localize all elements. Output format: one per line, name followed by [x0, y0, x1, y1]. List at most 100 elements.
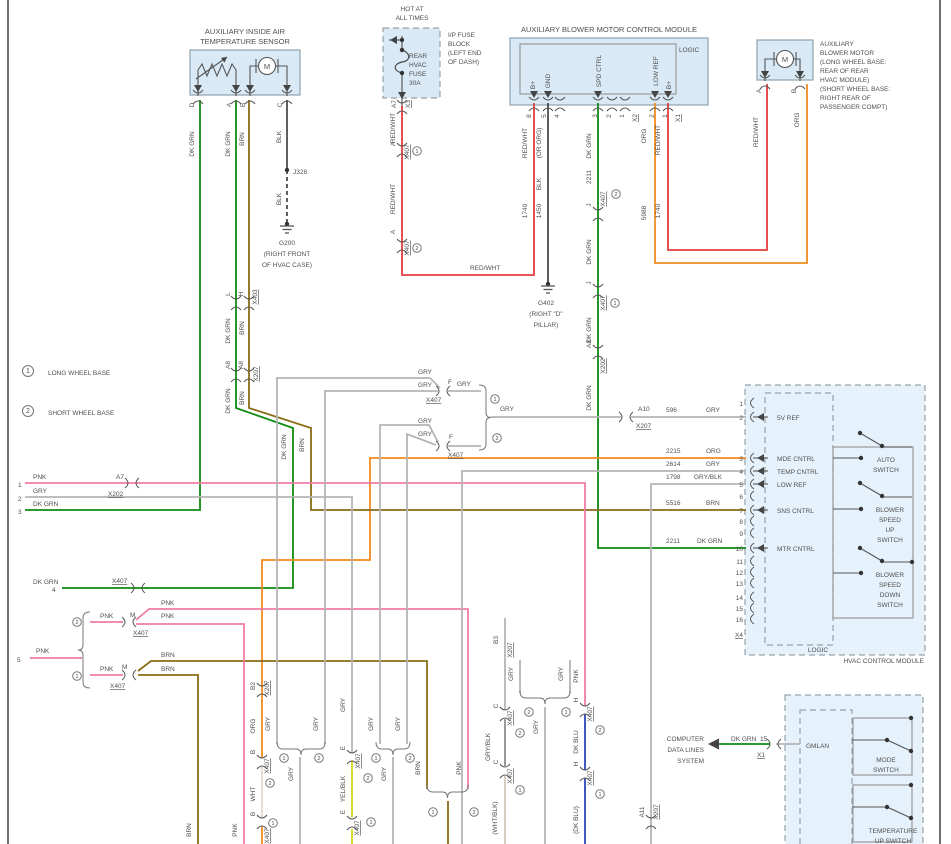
diagram-label: SYSTEM — [677, 758, 704, 765]
diagram-label: (OR ORG) — [536, 128, 543, 159]
junction-dot — [879, 443, 885, 449]
diagram-label: BRN — [239, 321, 246, 335]
diagram-label: X207 — [264, 680, 271, 696]
diagram-label: B3 — [493, 636, 500, 644]
diagram-label: X407 — [264, 828, 271, 844]
diagram-label: BRN — [239, 132, 246, 146]
brace — [375, 741, 411, 756]
diagram-label: GRY — [706, 461, 721, 468]
diagram-label: PNK — [232, 823, 239, 837]
diagram-label: RED/WHT — [470, 265, 500, 272]
diagram-label: X202 — [108, 491, 124, 498]
diagram-label: PNK — [36, 648, 50, 655]
diagram-label: PNK — [100, 613, 114, 620]
diagram-label: 8 — [526, 114, 533, 118]
diagram-label: A8 — [586, 340, 593, 348]
junction-dot — [399, 37, 405, 43]
diagram-label: 2614 — [666, 461, 681, 468]
brace — [478, 384, 492, 451]
diagram-label: ORG — [250, 719, 257, 734]
diagram-label: DK GRN — [189, 131, 196, 157]
junction-dot — [857, 480, 863, 486]
diagram-label: DK GRN — [33, 501, 59, 508]
diagram-label: 3 — [739, 456, 743, 463]
diagram-label: X407 — [264, 758, 271, 774]
diagram-label: AUTO — [877, 457, 895, 464]
diagram-label: B+ — [530, 81, 537, 89]
diagram-label: H — [573, 761, 580, 766]
diagram-label: 5516 — [666, 500, 681, 507]
junction-dot — [399, 70, 405, 76]
diagram-label: GRY — [265, 716, 272, 731]
diagram-label: 596 — [666, 407, 677, 414]
diagram-label: X207 — [507, 642, 514, 658]
diagram-label: HVAC — [409, 62, 427, 69]
diagram-label: HVAC MODULE) — [820, 77, 869, 84]
diagram-label: UP SWITCH — [875, 838, 912, 844]
diagram-label: ALL TIMES — [396, 15, 430, 22]
diagram-label: H — [238, 291, 245, 296]
component-boxes — [189, 27, 926, 844]
diagram-label: SPD CTRL — [596, 55, 603, 88]
diagram-label: F — [449, 434, 453, 441]
diagram-label: X202 — [600, 358, 607, 374]
diagram-label: (LEFT END — [448, 50, 482, 57]
diagram-label: G200 — [279, 240, 295, 247]
diagram-label: (RIGHT FRONT — [264, 251, 310, 258]
junction-dot — [908, 748, 914, 754]
junction-dot — [908, 715, 914, 721]
svg-text:2: 2 — [26, 408, 30, 415]
svg-text:2: 2 — [614, 192, 617, 198]
diagram-label: OF HVAC CASE) — [262, 262, 312, 269]
diagram-label: RIGHT REAR OF — [820, 95, 871, 102]
diagram-label: RED/WHT — [655, 125, 662, 155]
aux-hvac-wiring-diagram: AUXILIARY INSIDE AIRTEMPERATURE SENSORHO… — [7, 0, 941, 844]
diagram-label: J — [586, 281, 593, 284]
diagram-label: B+ — [666, 81, 673, 89]
diagram-label: D — [189, 102, 196, 107]
diagram-label: 5 — [541, 114, 548, 118]
svg-text:2: 2 — [268, 781, 271, 787]
diagram-label: RED/WHT — [390, 113, 397, 143]
diagram-label: BRN — [186, 823, 193, 837]
diagram-label: DK BLU — [573, 730, 580, 754]
junction-dot — [858, 506, 864, 512]
diagram-label: GRY — [457, 381, 472, 388]
junction-dot — [399, 47, 405, 53]
svg-text:1: 1 — [75, 674, 78, 680]
diagram-label: X407 — [448, 452, 464, 459]
diagram-label: MDE CNTRL — [777, 456, 815, 463]
diagram-label: LOGIC — [808, 647, 829, 654]
diagram-label: M — [130, 612, 135, 619]
junction-dot — [879, 558, 885, 564]
diagram-label: X407 — [355, 753, 362, 769]
diagram-label: (SHORT WHEEL BASE: — [820, 86, 891, 93]
diagram-label: GRY — [508, 666, 515, 681]
diagram-label: 2 — [18, 496, 22, 503]
diagram-label: DK GRN — [225, 318, 232, 344]
diagram-label: 4 — [739, 469, 743, 476]
diagram-label: GRY — [418, 431, 433, 438]
diagram-label: 15 — [736, 606, 744, 613]
diagram-label: B — [240, 103, 247, 107]
diagram-label: SWITCH — [877, 602, 903, 609]
aux-inside-air-temp-sensor — [189, 49, 301, 96]
diagram-label: 7 — [739, 508, 743, 515]
diagram-label: WHT — [250, 787, 257, 802]
diagram-label: DK GRN — [586, 133, 593, 159]
diagram-label: BRN — [415, 761, 422, 775]
svg-text:1: 1 — [598, 792, 601, 798]
diagram-label: J328 — [293, 169, 307, 176]
svg-text:2: 2 — [366, 776, 369, 782]
diagram-label: GRY — [706, 407, 721, 414]
diagram-label: GRY — [381, 766, 388, 781]
diagram-label: BRN — [706, 500, 720, 507]
diagram-label: SNS CNTRL — [777, 508, 814, 515]
diagram-label: MODE — [876, 757, 896, 764]
diagram-label: A8 — [225, 361, 232, 369]
svg-text:2: 2 — [495, 436, 498, 442]
diagram-label: X407 — [112, 578, 128, 585]
diagram-label: B2 — [250, 682, 257, 690]
diagram-label: PNK — [161, 613, 175, 620]
diagram-label: A7 — [116, 474, 124, 481]
